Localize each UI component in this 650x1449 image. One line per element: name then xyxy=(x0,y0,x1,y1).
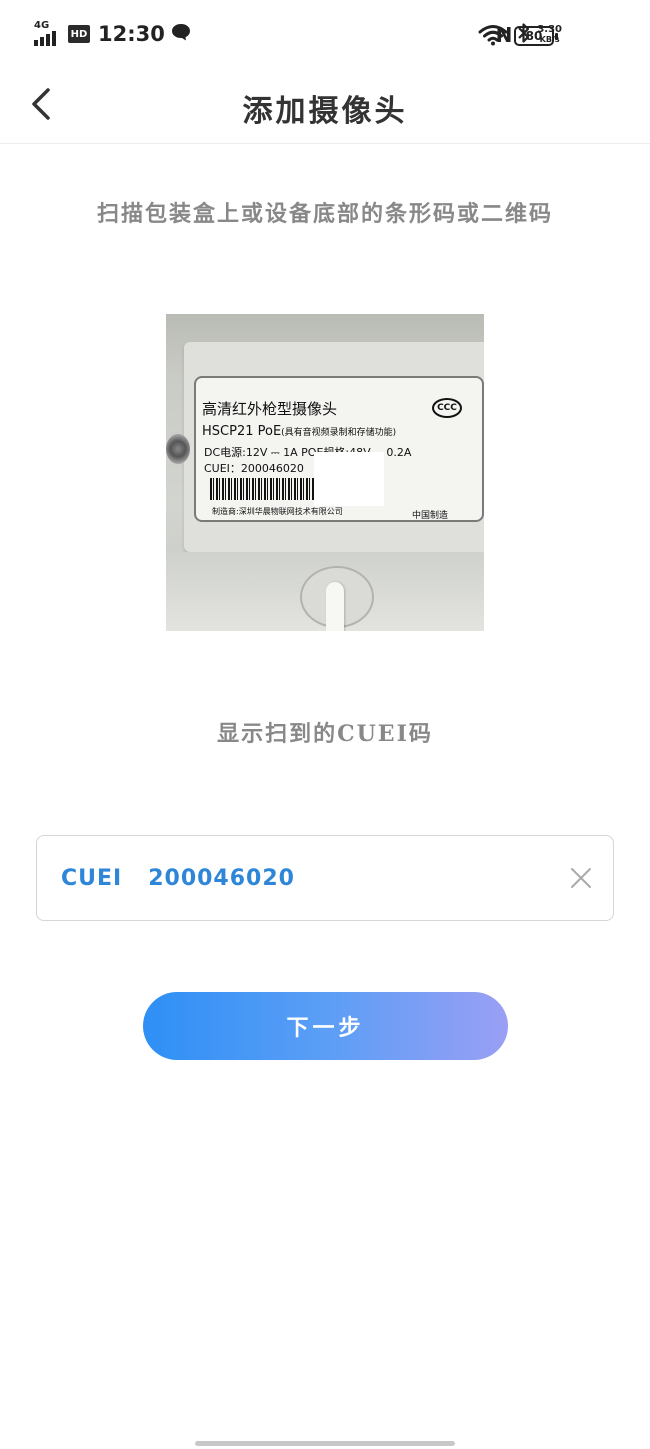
next-button[interactable]: 下一步 xyxy=(143,992,508,1060)
label-made-in: 中国制造 xyxy=(411,511,448,521)
cuei-input[interactable]: CUEI 200046020 xyxy=(36,835,614,921)
page-title: 添加摄像头 xyxy=(242,94,408,129)
status-left: 4G HD 12:30 xyxy=(34,20,191,46)
result-caption: 显示扫到的CUEI码 xyxy=(217,721,433,747)
close-icon xyxy=(571,868,591,888)
screw xyxy=(166,434,190,464)
cable xyxy=(326,582,344,631)
label-model: HSCP21 PoE(具有音视频录制和存储功能) xyxy=(202,424,397,439)
status-time: 12:30 xyxy=(98,22,165,46)
wifi-icon xyxy=(478,24,508,50)
status-bar: 4G HD 12:30 N 3.30 KB/s 80 xyxy=(0,0,650,72)
device-label-photo: 高清红外枪型摄像头 CCC HSCP21 PoE(具有音视频录制和存储功能) D… xyxy=(166,314,484,631)
device-label: 高清红外枪型摄像头 CCC HSCP21 PoE(具有音视频录制和存储功能) D… xyxy=(194,376,484,522)
nav-bar: 添加摄像头 xyxy=(0,72,650,144)
redaction-mask xyxy=(314,452,384,506)
cuei-value[interactable]: CUEI 200046020 xyxy=(61,866,295,891)
scan-instruction: 扫描包装盒上或设备底部的条形码或二维码 xyxy=(96,201,553,227)
message-bubble-icon xyxy=(171,23,191,45)
battery-indicator: 80 xyxy=(514,26,558,46)
network-type: 4G xyxy=(34,20,50,31)
label-cuei: CUEI：200046020 xyxy=(204,462,304,475)
home-indicator[interactable] xyxy=(195,1441,455,1446)
hd-badge: HD xyxy=(68,25,90,43)
clear-button[interactable] xyxy=(569,866,593,890)
label-manufacturer: 制造商:深圳华晨物联网技术有限公司 xyxy=(212,507,343,516)
label-product-name: 高清红外枪型摄像头 xyxy=(202,400,338,418)
ccc-mark: CCC xyxy=(432,398,462,418)
signal-icon: 4G xyxy=(34,20,62,46)
